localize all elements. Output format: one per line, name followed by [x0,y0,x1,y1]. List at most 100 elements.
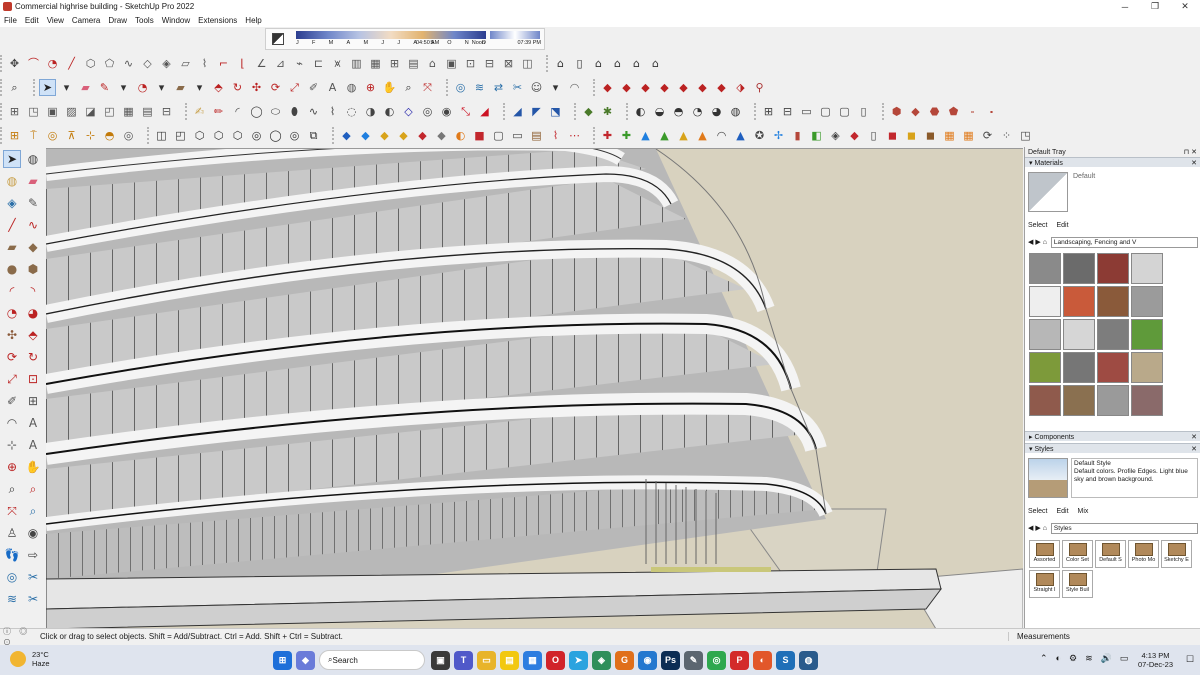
terrain-tool-icon[interactable]: ◆ [580,103,597,120]
door-tool-icon[interactable]: ▯ [571,55,588,72]
curve-tool-icon[interactable]: ∿ [120,55,137,72]
material-swatch[interactable] [1029,319,1061,350]
pan-icon[interactable]: ✋ [381,79,398,96]
barrel-tool-icon[interactable]: ▮ [789,127,806,144]
material-swatch[interactable] [1029,385,1061,416]
warehouse-icon[interactable]: ◎ [452,79,469,96]
rotated-rectangle-icon[interactable]: ◆ [24,238,42,256]
beam-tool-icon[interactable]: ⊠ [500,55,517,72]
back-arrow-icon[interactable]: ◀ [1028,238,1033,246]
group-tool-icon[interactable]: ▣ [44,103,61,120]
app-teal-icon[interactable]: ◍ [799,650,818,670]
extrude-tool-icon[interactable]: ▱ [177,55,194,72]
panel-split-icon[interactable]: ▭ [509,127,526,144]
red-tool-icon[interactable]: ◆ [414,127,431,144]
text-icon[interactable]: A [24,414,42,432]
vertex-tool-icon[interactable]: ◎ [419,103,436,120]
photoshop-icon[interactable]: Ps [661,650,680,670]
back-view-icon[interactable]: ⬞ [964,103,981,120]
weather-widget[interactable]: 23°C Haze [10,650,50,668]
menu-extensions[interactable]: Extensions [198,16,237,25]
battery-icon[interactable]: ▭ [1120,653,1129,664]
forward-arrow-icon[interactable]: ▶ [1035,238,1040,246]
model-info-icon[interactable]: ▯ [855,103,872,120]
material-swatch[interactable] [1063,253,1095,284]
blue-arrow-icon[interactable]: ▲ [732,127,749,144]
orbit-icon[interactable]: ⊕ [3,458,21,476]
roof-tool-icon[interactable]: ⌂ [424,55,441,72]
tray-pin-close[interactable]: ⊓ ✕ [1184,148,1197,156]
material-swatch[interactable] [1097,352,1129,383]
zoom-selection-icon[interactable]: ⌕ [24,502,42,520]
corner-tool-icon[interactable]: ⌐ [215,55,232,72]
freehand-icon[interactable]: ∿ [24,216,42,234]
curve-divide-icon[interactable]: ◐ [381,103,398,120]
menu-help[interactable]: Help [245,16,261,25]
gold-tool-icon[interactable]: ◆ [376,127,393,144]
arch-tool-icon[interactable]: ◠ [713,127,730,144]
select-tool-icon[interactable]: ➤ [39,78,56,96]
scale-icon[interactable]: ⤢ [3,370,21,388]
blue-cube-icon[interactable]: ◆ [357,127,374,144]
tab-edit[interactable]: Edit [1056,508,1068,515]
green-cone-icon[interactable]: ▲ [656,127,673,144]
rotate-icon[interactable]: ⟳ [267,79,284,96]
yellow-cone-icon[interactable]: ▲ [675,127,692,144]
axes-tool-icon[interactable]: ✢ [770,127,787,144]
material-swatch[interactable] [1131,352,1163,383]
volume-icon[interactable]: 🔊 [1101,653,1112,664]
teams-icon[interactable]: T [454,650,473,670]
red-cube-icon[interactable]: ◆ [846,127,863,144]
hexahedron-icon[interactable]: ⬡ [229,127,246,144]
red-block-icon[interactable]: ◼ [884,127,901,144]
chrome-icon[interactable]: ◎ [707,650,726,670]
arc-icon[interactable]: ◔ [134,79,151,96]
menu-edit[interactable]: Edit [25,16,39,25]
extension-manager-icon[interactable]: ✂ [24,590,42,608]
show-hidden-icons[interactable]: ⌃ [1040,653,1048,664]
display-section-icon[interactable]: ▭ [798,103,815,120]
material-swatch[interactable] [1097,319,1129,350]
profile-builder-icon[interactable]: ⊟ [158,103,175,120]
material-swatch[interactable] [1131,319,1163,350]
arc-dropdown-icon[interactable]: ▾ [153,79,170,96]
prism-icon[interactable]: ⬡ [210,127,227,144]
paint-bucket-icon[interactable]: ◍ [343,79,360,96]
shaded-icon[interactable]: ◕ [708,103,725,120]
material-swatch[interactable] [1063,385,1095,416]
hatch-tool-icon[interactable]: ▨ [63,103,80,120]
solid-split-icon[interactable]: ◆ [675,79,692,96]
file-explorer-icon[interactable]: ▭ [477,650,496,670]
corner-block-icon[interactable]: ◳ [1017,127,1034,144]
draw-pen-icon[interactable]: ✏ [210,103,227,120]
line-tool-icon[interactable]: ╱ [63,55,80,72]
brush-tool-icon[interactable]: ✍ [191,103,208,120]
ring-tool-icon[interactable]: ◎ [44,127,61,144]
paint-bucket-icon[interactable]: ◍ [3,172,21,190]
top-view-icon[interactable]: ◆ [907,103,924,120]
orbit-icon[interactable]: ⊕ [362,79,379,96]
follow-me-icon[interactable]: ↻ [24,348,42,366]
solid-outer-shell-icon[interactable]: ◆ [694,79,711,96]
clock[interactable]: 4:13 PM 07-Dec-23 [1138,651,1173,669]
pan-icon[interactable]: ✋ [24,458,42,476]
loop-tool-icon[interactable]: ⟳ [979,127,996,144]
loft-tool-icon[interactable]: ◈ [158,55,175,72]
style-folder[interactable]: Sketchy E [1161,540,1192,568]
style-folder[interactable]: Color Set [1062,540,1093,568]
search-icon[interactable]: ⌕ [6,79,23,96]
frame-tool-icon[interactable]: ⊡ [462,55,479,72]
brown-block-icon[interactable]: ◼ [922,127,939,144]
tree-tool-icon[interactable]: ✱ [599,103,616,120]
windows-start-icon[interactable]: ⊞ [273,650,292,670]
fillet-tool-icon[interactable]: ⌊ [234,55,251,72]
green-tool-icon[interactable]: ◧ [808,127,825,144]
angle-tool-icon[interactable]: ∠ [253,55,270,72]
door-frame-icon[interactable]: ▯ [865,127,882,144]
materials-panel-header[interactable]: ▾ Materials ✕ [1025,157,1200,167]
opera-icon[interactable]: O [546,650,565,670]
gray-tool-icon[interactable]: ◆ [433,127,450,144]
column-tool-icon[interactable]: ⊟ [481,55,498,72]
push-pull-icon[interactable]: ⬘ [210,79,227,96]
pillar-tool-icon[interactable]: ⍑ [25,127,42,144]
